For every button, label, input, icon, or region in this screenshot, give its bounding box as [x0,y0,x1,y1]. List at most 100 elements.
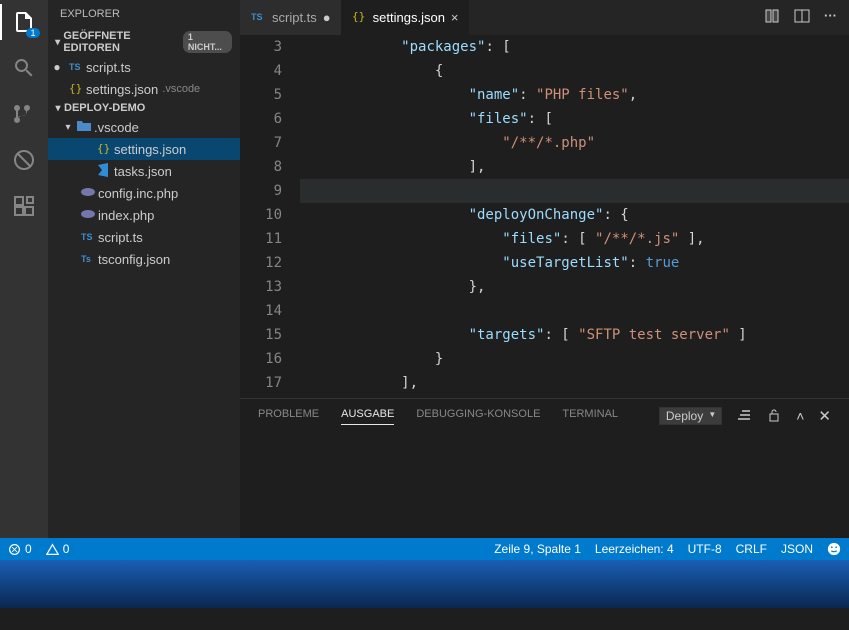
editor: TS script.ts ●{} settings.json × ··· 345… [240,0,849,538]
code-editor[interactable]: 345678910111213141516171819 "packages": … [240,35,849,398]
line-number: 8 [240,155,282,179]
code-line[interactable]: "name": "PHP files", [300,83,849,107]
code-line[interactable]: "packages": [ [300,35,849,59]
json-icon: {} [94,140,114,159]
line-number: 17 [240,371,282,395]
eol[interactable]: CRLF [736,542,767,556]
php-icon [78,184,98,203]
workspace-label: DEPLOY-DEMO [64,102,145,114]
tree-label: index.php [98,208,154,223]
tree-label: settings.json [114,142,186,157]
file-tsconfig-json[interactable]: Ts tsconfig.json [48,248,240,270]
compare-icon[interactable] [764,8,780,27]
code-line[interactable]: { [300,59,849,83]
ts-icon: TS [78,228,98,247]
code-line[interactable]: ], [300,155,849,179]
code-line[interactable] [300,179,849,203]
code-line[interactable] [300,299,849,323]
code-line[interactable]: "useTargetList": true [300,251,849,275]
tree-label: .vscode [94,120,139,135]
bottom-panel: PROBLEME AUSGABE DEBUGGING-KONSOLE TERMI… [240,398,849,538]
open-editor-item[interactable]: {} settings.json .vscode [48,78,240,100]
dirty-dot-icon: ● [323,10,331,25]
sidebar-title: EXPLORER [48,0,240,28]
output-channel-dropdown[interactable]: Deploy [659,407,722,425]
feedback-icon[interactable] [827,542,841,556]
tab-debug-console[interactable]: DEBUGGING-KONSOLE [416,408,540,424]
split-icon[interactable] [794,8,810,27]
tree-label: tasks.json [114,164,172,179]
tab-label: settings.json [373,10,445,25]
line-number: 6 [240,107,282,131]
line-number: 4 [240,59,282,83]
close-panel-icon[interactable]: ✕ [818,407,831,425]
code-line[interactable]: }, [300,275,849,299]
scm-icon[interactable] [10,100,38,128]
tree-label: config.inc.php [98,186,178,201]
line-number: 10 [240,203,282,227]
close-tab-icon[interactable]: × [451,10,459,25]
code-line[interactable]: "deployOnChange": { [300,203,849,227]
line-number: 13 [240,275,282,299]
line-number: 3 [240,35,282,59]
svg-text:{}: {} [352,10,365,23]
file-index-php[interactable]: index.php [48,204,240,226]
file-tasks-json[interactable]: tasks.json [48,160,240,182]
windows-taskbar[interactable] [0,560,849,608]
editor-tab[interactable]: TS script.ts ● [240,0,341,35]
encoding[interactable]: UTF-8 [688,542,722,556]
language-mode[interactable]: JSON [781,542,813,556]
errors-count: 0 [25,542,32,556]
file-icon: TS [250,8,266,27]
chevron-down-icon: ▾ [52,103,64,114]
svg-text:{}: {} [69,82,82,95]
folder-vscode[interactable]: ▾ .vscode [48,116,240,138]
code-line[interactable]: ], [300,371,849,395]
code-line[interactable]: "files": [ "/**/*.js" ], [300,227,849,251]
file-icon: {} [351,8,367,27]
code-line[interactable]: "targets": [ "SFTP test server" ] [300,323,849,347]
search-icon[interactable] [10,54,38,82]
svg-text:TS: TS [81,232,93,242]
explorer-icon[interactable]: 1 [10,8,38,36]
tab-output[interactable]: AUSGABE [341,408,394,425]
open-editors-header[interactable]: ▾ GEÖFFNETE EDITOREN 1 NICHT... [48,28,240,56]
warnings-item[interactable]: 0 [46,542,70,556]
tsconfig-icon: Ts [78,250,98,269]
tab-terminal[interactable]: TERMINAL [562,408,618,424]
svg-text:Ts: Ts [81,254,91,264]
tab-problems[interactable]: PROBLEME [258,408,319,424]
code-line[interactable]: } [300,347,849,371]
dirty-dot-icon[interactable]: ● [48,60,66,74]
editor-label: script.ts [86,60,131,75]
file-settings-json[interactable]: {} settings.json [48,138,240,160]
workspace-header[interactable]: ▾ DEPLOY-DEMO [48,100,240,116]
tree-label: tsconfig.json [98,252,170,267]
errors-item[interactable]: 0 [8,542,32,556]
chevron-down-icon: ▾ [52,37,63,48]
editor-tab[interactable]: {} settings.json × [341,0,469,35]
line-number: 9 [240,179,282,203]
debug-icon[interactable] [10,146,38,174]
extensions-icon[interactable] [10,192,38,220]
svg-text:TS: TS [251,12,263,22]
chevron-up-icon[interactable]: ˄ [796,408,804,424]
code-line[interactable]: "/**/*.php" [300,131,849,155]
open-editor-item[interactable]: ● TS script.ts [48,56,240,78]
indentation[interactable]: Leerzeichen: 4 [595,542,674,556]
code-line[interactable]: "files": [ [300,107,849,131]
tab-label: script.ts [272,10,317,25]
file-icon: {} [66,80,86,99]
cursor-position[interactable]: Zeile 9, Spalte 1 [494,542,581,556]
open-editors-label: GEÖFFNETE EDITOREN [63,30,183,54]
file-script-ts[interactable]: TS script.ts [48,226,240,248]
sidebar: EXPLORER ▾ GEÖFFNETE EDITOREN 1 NICHT...… [48,0,240,538]
more-icon[interactable]: ··· [824,8,837,27]
lock-scroll-icon[interactable] [766,407,782,426]
file-icon: TS [66,58,86,77]
line-number: 11 [240,227,282,251]
editor-meta: .vscode [162,83,200,95]
svg-text:TS: TS [69,62,81,72]
file-config-php[interactable]: config.inc.php [48,182,240,204]
clear-output-icon[interactable] [736,407,752,426]
